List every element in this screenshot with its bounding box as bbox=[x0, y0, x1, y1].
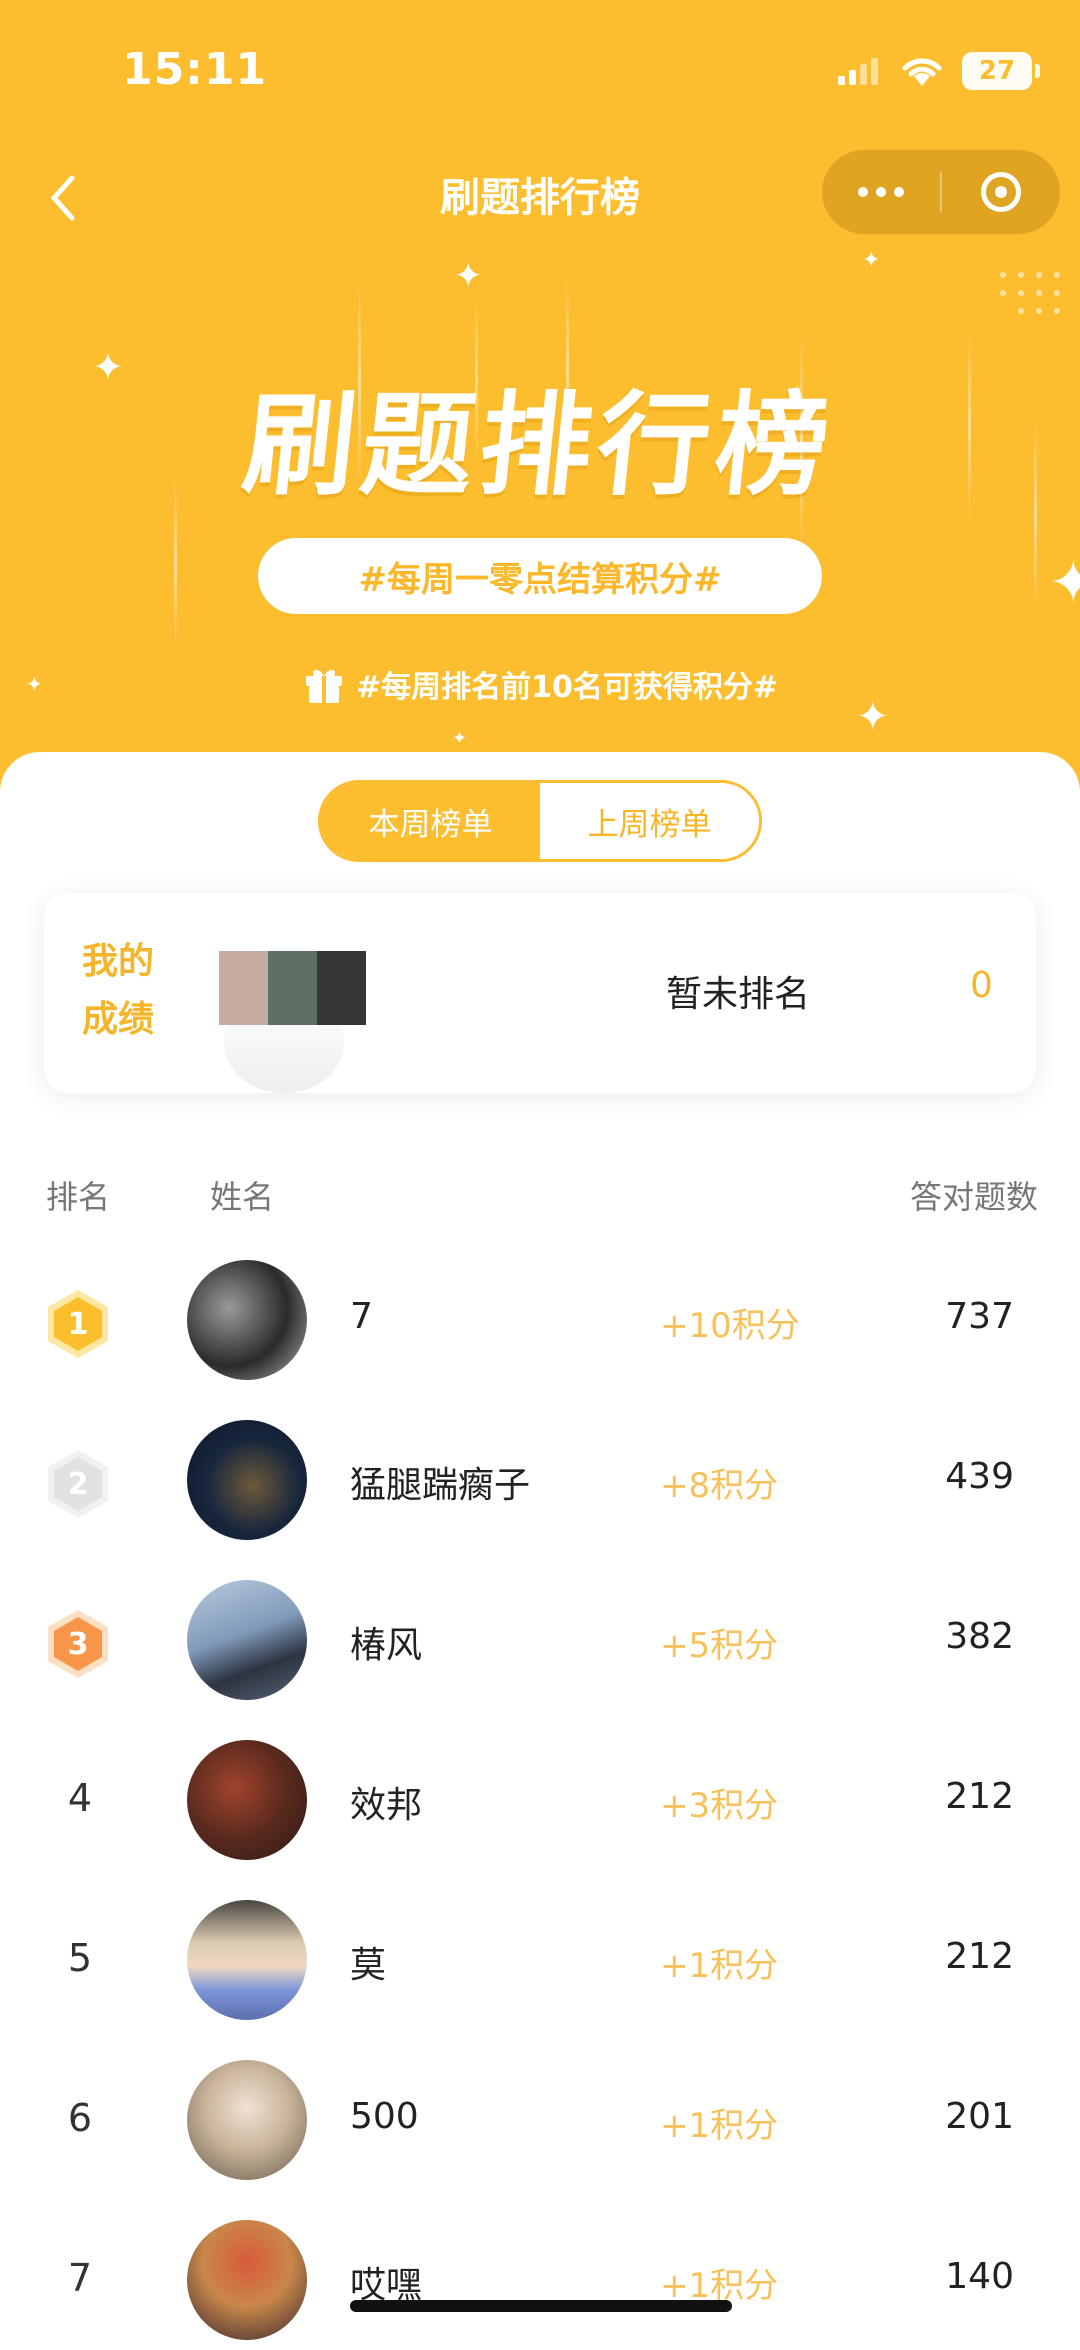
dot-pattern bbox=[1000, 272, 1080, 332]
my-score: 0 bbox=[970, 965, 993, 1006]
points-reward: +10积分 bbox=[660, 1306, 800, 1346]
gift-icon bbox=[305, 669, 342, 703]
points-reward: +1积分 bbox=[660, 2106, 779, 2146]
points-reward: +5积分 bbox=[660, 1626, 779, 1666]
header-rank: 排名 bbox=[46, 1178, 111, 1216]
header-name: 姓名 bbox=[210, 1178, 275, 1216]
badge-number: 1 bbox=[68, 1307, 89, 1342]
rank-number: 7 bbox=[67, 2256, 93, 2300]
points-reward: +1积分 bbox=[660, 1946, 779, 1986]
my-rank-status: 暂未排名 bbox=[666, 974, 811, 1015]
sparkle-icon: ✦ bbox=[1048, 548, 1080, 618]
target-icon bbox=[981, 172, 1021, 212]
avatar bbox=[187, 1740, 307, 1860]
sparkle-icon: ✦ bbox=[454, 256, 483, 296]
avatar bbox=[187, 1580, 307, 1700]
correct-count: 737 bbox=[945, 1296, 1014, 1337]
leaderboard-row[interactable]: 2 猛腿踹瘸子 +8积分 439 bbox=[0, 1410, 1080, 1550]
leaderboard-row[interactable]: 3 椿风 +5积分 382 bbox=[0, 1570, 1080, 1710]
user-name: 椿风 bbox=[350, 1625, 423, 1666]
correct-count: 201 bbox=[945, 2096, 1014, 2137]
miniprogram-capsule bbox=[822, 150, 1060, 234]
avatar bbox=[187, 1420, 307, 1540]
avatar-pixel bbox=[317, 951, 366, 1025]
gold-medal-icon: 1 bbox=[48, 1290, 108, 1358]
user-name: 500 bbox=[350, 2096, 419, 2137]
my-result-label: 我的成绩 bbox=[82, 941, 155, 1040]
settlement-pill: #每周一零点结算积分# bbox=[258, 538, 822, 614]
battery-level: 27 bbox=[978, 56, 1016, 86]
my-avatar bbox=[219, 951, 366, 1025]
points-reward: +8积分 bbox=[660, 1466, 779, 1506]
silver-medal-icon: 2 bbox=[48, 1450, 108, 1518]
banner-title: 刷题排行榜 bbox=[237, 381, 841, 511]
rank-number: 6 bbox=[67, 2096, 93, 2140]
hero-banner: ✦ ✦ ✦ ✦ ✦ ✦ ✦ 15:11 27 刷题排行榜 刷题排行榜 #每周一零… bbox=[0, 0, 1080, 800]
rank-number: 4 bbox=[67, 1776, 93, 1820]
leaderboard-row[interactable]: 6 500 +1积分 201 bbox=[0, 2050, 1080, 2190]
avatar-pixel bbox=[219, 951, 268, 1025]
avatar bbox=[187, 1900, 307, 2020]
reward-hint: #每周排名前10名可获得积分# bbox=[0, 662, 1080, 706]
badge-number: 2 bbox=[68, 1467, 89, 1502]
battery-icon: 27 bbox=[962, 52, 1040, 90]
my-result-card: 我的成绩 暂未排名 0 bbox=[44, 893, 1036, 1093]
correct-count: 382 bbox=[945, 1616, 1014, 1657]
sparkle-icon: ✦ bbox=[862, 248, 881, 273]
bronze-medal-icon: 3 bbox=[48, 1610, 108, 1678]
user-name: 莫 bbox=[350, 1945, 387, 1986]
points-reward: +3积分 bbox=[660, 1786, 779, 1826]
avatar bbox=[187, 2060, 307, 2180]
correct-count: 140 bbox=[945, 2256, 1014, 2297]
home-indicator[interactable] bbox=[350, 2300, 732, 2312]
status-time: 15:11 bbox=[122, 44, 268, 95]
correct-count: 212 bbox=[945, 1936, 1014, 1977]
signal-icon bbox=[838, 58, 878, 85]
avatar-pixel bbox=[268, 951, 317, 1025]
status-icons: 27 bbox=[836, 46, 1040, 96]
user-name: 猛腿踹瘸子 bbox=[350, 1465, 531, 1506]
reward-hint-text: #每周排名前10名可获得积分# bbox=[355, 670, 779, 705]
avatar bbox=[187, 2220, 307, 2340]
more-button[interactable] bbox=[822, 150, 940, 234]
header-count: 答对题数 bbox=[909, 1178, 1038, 1216]
leaderboard-row[interactable]: 5 莫 +1积分 212 bbox=[0, 1890, 1080, 2030]
ranking-tabs: 本周榜单 上周榜单 bbox=[318, 780, 762, 862]
correct-count: 439 bbox=[945, 1456, 1014, 1497]
wifi-icon bbox=[902, 58, 942, 86]
correct-count: 212 bbox=[945, 1776, 1014, 1817]
tab-this-week[interactable]: 本周榜单 bbox=[321, 783, 540, 859]
leaderboard-row[interactable]: 4 效邦 +3积分 212 bbox=[0, 1730, 1080, 1870]
leaderboard-row[interactable]: 1 7 +10积分 737 bbox=[0, 1250, 1080, 1390]
avatar bbox=[187, 1260, 307, 1380]
close-miniprogram-button[interactable] bbox=[942, 150, 1060, 234]
leaderboard-row[interactable]: 7 哎嘿 +1积分 140 bbox=[0, 2210, 1080, 2350]
badge-number: 3 bbox=[68, 1627, 89, 1662]
tab-last-week[interactable]: 上周榜单 bbox=[540, 783, 759, 859]
user-name: 7 bbox=[350, 1296, 373, 1337]
rank-number: 5 bbox=[67, 1936, 93, 1980]
user-name: 效邦 bbox=[350, 1785, 423, 1826]
sparkle-icon: ✦ bbox=[452, 728, 468, 749]
